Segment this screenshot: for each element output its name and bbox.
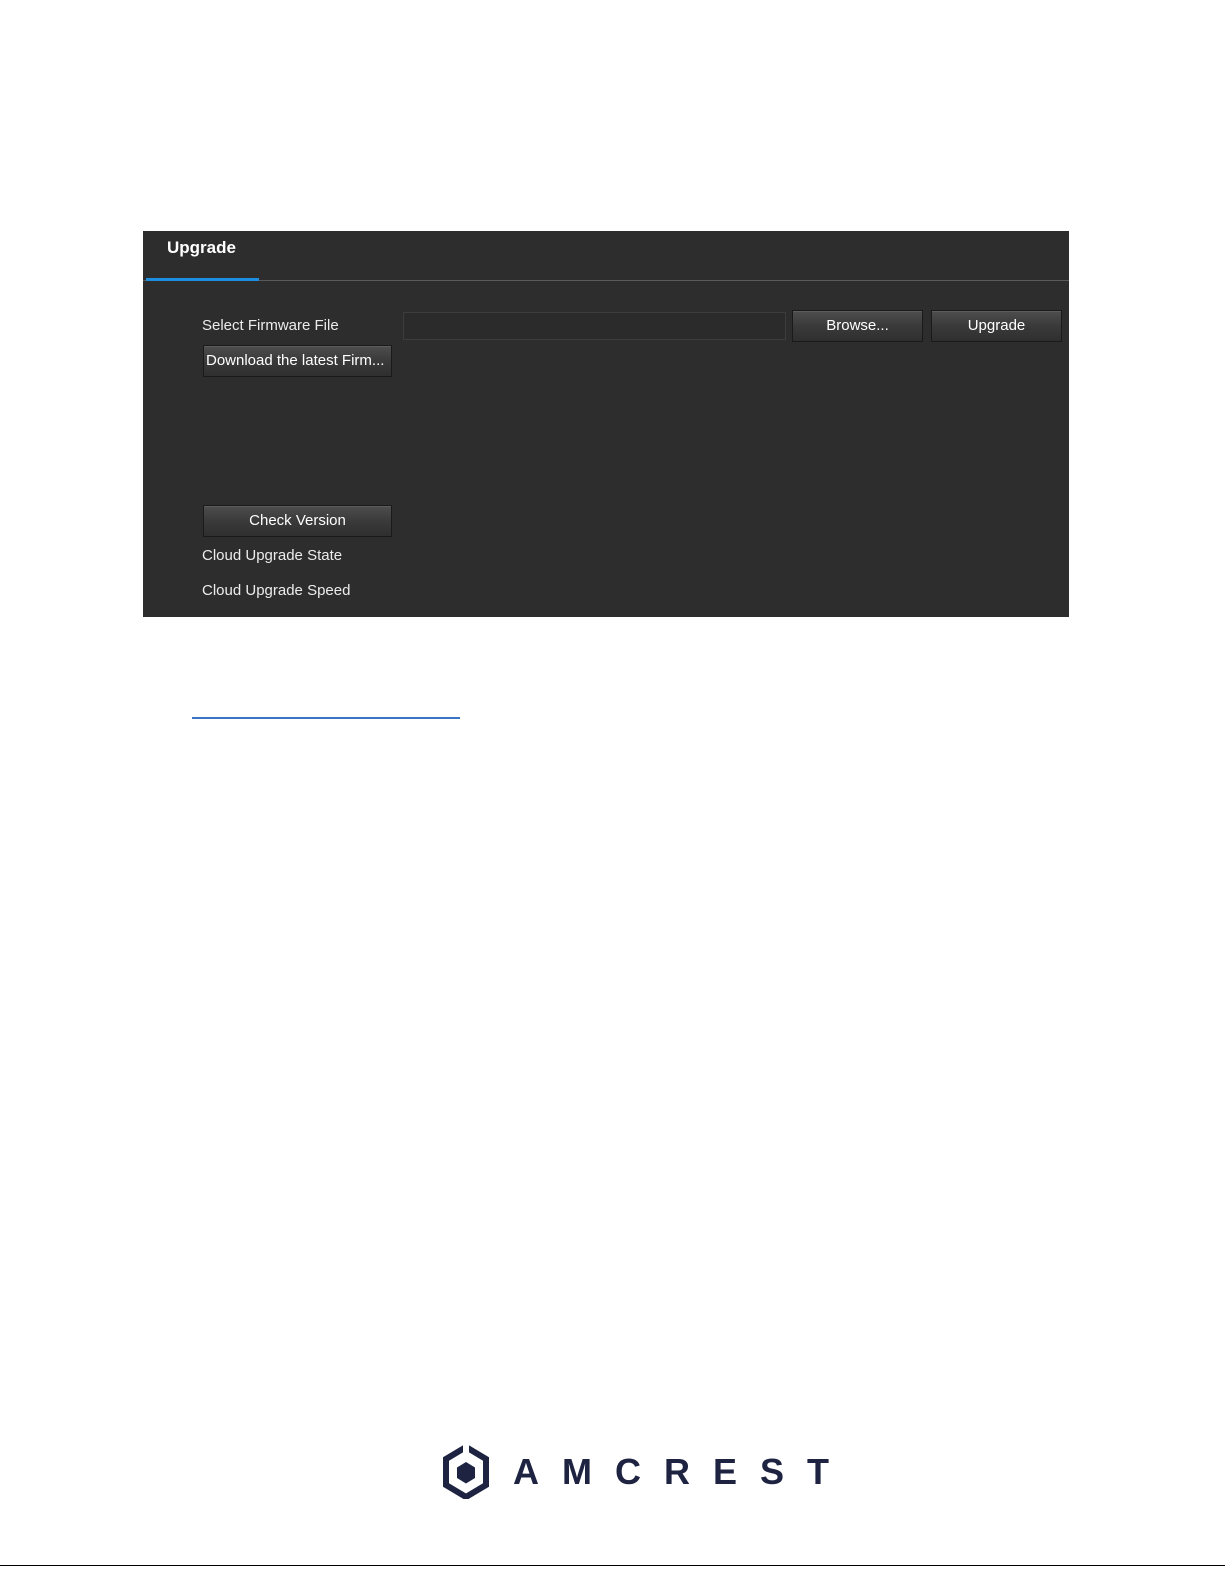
upgrade-panel: Upgrade Select Firmware File Browse... U… — [143, 231, 1069, 617]
amcrest-hexagon-logo-icon — [443, 1445, 489, 1499]
brand-wordmark: AMCREST — [513, 1451, 852, 1492]
upgrade-button[interactable]: Upgrade — [931, 310, 1062, 342]
cloud-upgrade-state-label: Cloud Upgrade State — [202, 547, 343, 564]
firmware-file-path-input[interactable] — [403, 312, 786, 340]
page-bottom-rule — [0, 1565, 1225, 1566]
tab-upgrade[interactable]: Upgrade — [146, 231, 259, 281]
tab-bar: Upgrade — [143, 231, 1069, 281]
download-latest-firmware-button[interactable]: Download the latest Firm... — [203, 345, 392, 377]
hyperlink-underline[interactable] — [192, 717, 460, 719]
cloud-upgrade-speed-label: Cloud Upgrade Speed — [202, 582, 351, 599]
browse-button[interactable]: Browse... — [792, 310, 923, 342]
select-firmware-file-label: Select Firmware File — [202, 317, 339, 334]
check-version-button[interactable]: Check Version — [203, 505, 392, 537]
amcrest-logo: AMCREST — [443, 1445, 852, 1499]
